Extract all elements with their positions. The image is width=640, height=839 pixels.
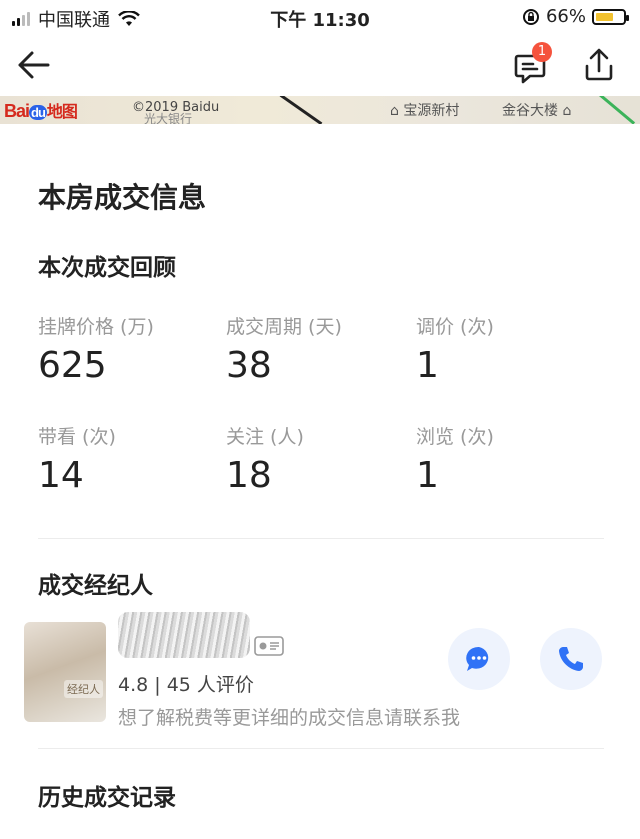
agent-contact-hint: 想了解税费等更详细的成交信息请联系我 <box>118 707 461 729</box>
deal-review-title: 本次成交回顾 <box>38 255 176 281</box>
nav-bar: 1 <box>0 34 640 96</box>
history-section-title: 历史成交记录 <box>38 785 176 811</box>
battery-percent: 66% <box>545 6 586 27</box>
stat-value: 18 <box>226 455 272 496</box>
stat-deal-cycle: 成交周期 (天) 38 <box>226 312 406 386</box>
stat-listing-price: 挂牌价格 (万) 625 <box>38 312 218 386</box>
agent-section-title: 成交经纪人 <box>38 573 153 599</box>
stat-value: 38 <box>226 345 272 386</box>
poi-pin-icon: ⌂ <box>390 103 399 119</box>
stat-viewings: 带看 (次) 14 <box>38 422 218 496</box>
stat-followers: 关注 (人) 18 <box>226 422 406 496</box>
agent-rating: 4.8 | 45 人评价 <box>118 674 254 696</box>
chat-bubble-icon <box>466 646 489 671</box>
stat-value: 14 <box>38 455 84 496</box>
business-card-icon[interactable] <box>254 636 284 656</box>
map-poi-1: ⌂ 宝源新村 <box>390 103 460 119</box>
stat-label: 挂牌价格 (万) <box>38 316 154 338</box>
divider <box>38 538 604 539</box>
building-icon: ⌂ <box>562 103 572 119</box>
share-icon[interactable] <box>578 44 620 86</box>
map-green-road <box>594 96 636 124</box>
deal-info-title: 本房成交信息 <box>38 181 207 214</box>
stat-label: 调价 (次) <box>416 316 494 338</box>
chat-button[interactable] <box>448 628 510 690</box>
stat-page-views: 浏览 (次) 1 <box>416 422 596 496</box>
status-bar: 中国联通 下午 11:30 66% <box>0 0 640 34</box>
stat-value: 625 <box>38 345 107 386</box>
orientation-lock-icon <box>522 8 539 25</box>
stat-label: 成交周期 (天) <box>226 316 342 338</box>
phone-icon <box>559 647 583 671</box>
stat-label: 关注 (人) <box>226 426 304 448</box>
map-road <box>279 96 323 124</box>
agent-avatar[interactable]: 经纪人 <box>24 622 106 722</box>
message-badge: 1 <box>532 42 552 62</box>
map-poi-bank: 光大银行 <box>144 112 193 124</box>
stat-value: 1 <box>416 455 439 496</box>
call-button[interactable] <box>540 628 602 690</box>
map-preview[interactable]: Bai du 地图 ©2019 Baidu 光大银行 ⌂ 宝源新村 金谷大楼 ⌂ <box>0 96 640 124</box>
back-arrow-icon[interactable] <box>14 48 54 82</box>
agent-name-redacted <box>118 612 250 658</box>
stat-price-adjust: 调价 (次) 1 <box>416 312 596 386</box>
stat-value: 1 <box>416 345 439 386</box>
map-poi-2: 金谷大楼 ⌂ <box>502 103 572 119</box>
agent-avatar-tag: 经纪人 <box>64 680 103 698</box>
stat-label: 带看 (次) <box>38 426 116 448</box>
stat-label: 浏览 (次) <box>416 426 494 448</box>
divider <box>38 748 604 749</box>
baidu-map-logo: Bai du 地图 <box>4 101 78 121</box>
battery-icon <box>592 8 629 25</box>
